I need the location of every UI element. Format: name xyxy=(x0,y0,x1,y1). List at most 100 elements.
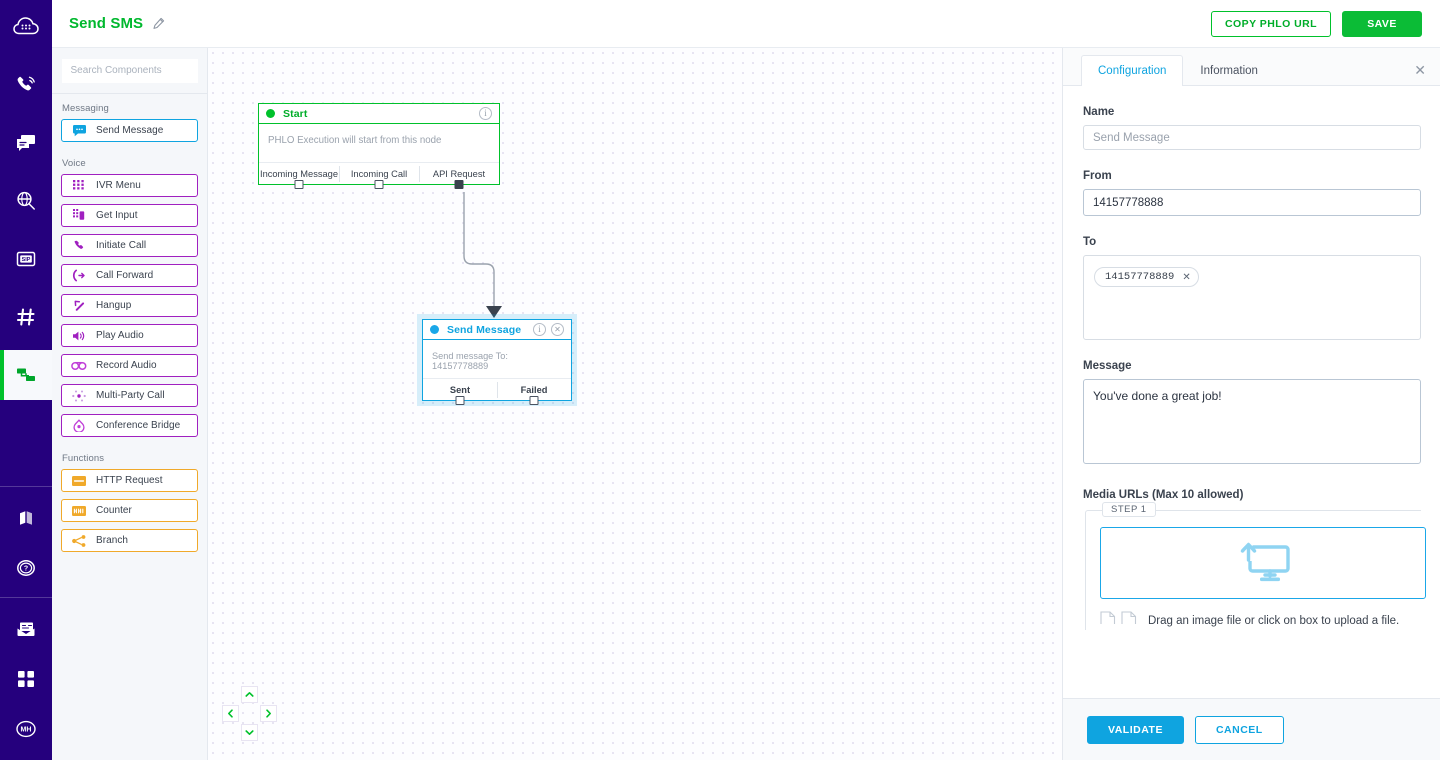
info-icon[interactable]: i xyxy=(533,323,546,336)
field-to: To 14157778889 ✕ xyxy=(1083,236,1421,340)
copy-phlo-url-button[interactable]: COPY PHLO URL xyxy=(1211,10,1331,37)
port-knob[interactable] xyxy=(374,180,384,189)
media-step-1: STEP 1 Drag an image file or click on bo… xyxy=(1085,502,1426,630)
label-message: Message xyxy=(1083,360,1132,372)
tab-information[interactable]: Information xyxy=(1183,55,1275,85)
port-knob[interactable] xyxy=(455,396,465,405)
node-send-description: Send message To: 14157778889 xyxy=(432,351,508,371)
info-icon[interactable]: i xyxy=(479,107,492,120)
hash-icon[interactable] xyxy=(0,292,52,342)
component-label: Get Input xyxy=(96,210,138,221)
chip-remove-icon[interactable]: ✕ xyxy=(1182,272,1190,283)
component-ivr-menu[interactable]: IVR Menu xyxy=(61,174,198,197)
node-start[interactable]: Start i PHLO Execution will start from t… xyxy=(258,103,500,189)
component-http-request[interactable]: HTTP Request xyxy=(61,469,198,492)
component-hangup[interactable]: Hangup xyxy=(61,294,198,317)
port-incoming-call[interactable]: Incoming Call xyxy=(339,163,419,189)
recipient-chip[interactable]: 14157778889 ✕ xyxy=(1094,267,1199,287)
message-textarea[interactable] xyxy=(1083,379,1421,464)
chevron-down-icon[interactable] xyxy=(241,724,258,741)
avatar-mh-icon[interactable]: MH xyxy=(0,704,52,754)
counter-icon xyxy=(62,505,96,516)
name-input[interactable] xyxy=(1083,125,1421,150)
phlo-builder-app: SIP ? MH Send SMS COPY PHLO URL SAVE Sea… xyxy=(0,0,1440,760)
component-label: Initiate Call xyxy=(96,240,147,251)
port-label: Sent xyxy=(449,384,471,395)
node-send-ports: Sent Failed xyxy=(423,378,571,405)
chevron-right-icon[interactable] xyxy=(260,705,277,722)
port-api-request[interactable]: API Request xyxy=(419,163,499,189)
label-name: Name xyxy=(1083,106,1115,118)
close-circle-icon[interactable]: ✕ xyxy=(551,323,564,336)
configuration-panel: Configuration Information ✕ Name From To… xyxy=(1062,48,1440,760)
field-name: Name xyxy=(1083,106,1421,150)
component-get-input[interactable]: Get Input xyxy=(61,204,198,227)
billing-envelope-icon[interactable] xyxy=(0,604,52,654)
call-forward-icon xyxy=(62,269,96,282)
search-input[interactable] xyxy=(61,58,198,83)
sip-card-icon[interactable]: SIP xyxy=(0,234,52,284)
component-label: Play Audio xyxy=(96,330,144,341)
search-components-wrap xyxy=(52,48,207,94)
port-knob[interactable] xyxy=(294,180,304,189)
validate-button[interactable]: VALIDATE xyxy=(1087,715,1184,744)
panel-tabs: Configuration Information ✕ xyxy=(1063,48,1440,86)
svg-text:MH: MH xyxy=(21,727,32,734)
port-label: Incoming Message xyxy=(259,168,339,179)
component-palette: Messaging Send Message Voice xyxy=(52,48,208,760)
close-icon[interactable]: ✕ xyxy=(1414,63,1426,77)
canvas-pan-controls xyxy=(222,686,278,742)
record-icon xyxy=(62,361,96,371)
port-failed[interactable]: Failed xyxy=(497,379,571,405)
component-record-audio[interactable]: Record Audio xyxy=(61,354,198,377)
node-send-actions: i ✕ xyxy=(533,323,564,336)
tab-configuration[interactable]: Configuration xyxy=(1081,55,1184,86)
port-sent[interactable]: Sent xyxy=(423,379,497,405)
phone-waves-icon[interactable] xyxy=(0,60,52,110)
port-knob[interactable] xyxy=(529,396,539,405)
component-branch[interactable]: Branch xyxy=(61,529,198,552)
from-input[interactable] xyxy=(1083,189,1421,216)
component-conference-bridge[interactable]: Conference Bridge xyxy=(61,414,198,437)
to-input[interactable]: 14157778889 ✕ xyxy=(1083,255,1421,340)
file-drop-zone[interactable] xyxy=(1100,527,1426,599)
sidebar-item-phlo[interactable] xyxy=(0,350,52,400)
drop-hint: Drag an image file or click on box to up… xyxy=(1100,611,1421,630)
palette-group-messaging: Messaging Send Message xyxy=(52,94,207,142)
brand-logo-icon[interactable] xyxy=(0,0,52,52)
svg-text:SIP: SIP xyxy=(22,257,31,263)
conference-icon xyxy=(62,419,96,432)
port-incoming-message[interactable]: Incoming Message xyxy=(259,163,339,189)
flow-canvas[interactable]: Start i PHLO Execution will start from t… xyxy=(208,48,1062,760)
globe-search-icon[interactable] xyxy=(0,176,52,226)
chip-value: 14157778889 xyxy=(1105,271,1175,283)
component-multi-party-call[interactable]: Multi-Party Call xyxy=(61,384,198,407)
book-icon[interactable] xyxy=(0,493,52,543)
rail-divider-bottom xyxy=(0,597,52,598)
port-knob[interactable] xyxy=(454,180,464,189)
pencil-icon[interactable] xyxy=(152,17,165,30)
component-label: HTTP Request xyxy=(96,475,163,486)
component-initiate-call[interactable]: Initiate Call xyxy=(61,234,198,257)
node-send-message[interactable]: Send Message i ✕ Send message To: 141577… xyxy=(422,319,572,405)
label-media-urls: Media URLs (Max 10 allowed) xyxy=(1083,489,1244,501)
phone-icon xyxy=(62,239,96,252)
component-send-message[interactable]: Send Message xyxy=(61,119,198,142)
field-message: Message xyxy=(1083,360,1421,469)
multiparty-icon xyxy=(62,390,96,402)
global-nav-rail: SIP ? MH xyxy=(0,0,52,760)
port-label: Incoming Call xyxy=(350,168,408,179)
component-play-audio[interactable]: Play Audio xyxy=(61,324,198,347)
messages-icon[interactable] xyxy=(0,118,52,168)
status-dot xyxy=(266,109,275,118)
cancel-button[interactable]: CANCEL xyxy=(1194,715,1284,744)
chevron-up-icon[interactable] xyxy=(241,686,258,703)
component-counter[interactable]: Counter xyxy=(61,499,198,522)
port-label: API Request xyxy=(432,168,486,179)
help-circle-icon[interactable]: ? xyxy=(0,543,52,593)
save-button[interactable]: SAVE xyxy=(1342,10,1422,37)
chevron-left-icon[interactable] xyxy=(222,705,239,722)
apps-grid-icon[interactable] xyxy=(0,654,52,704)
top-bar: Send SMS COPY PHLO URL SAVE xyxy=(52,0,1440,48)
component-call-forward[interactable]: Call Forward xyxy=(61,264,198,287)
